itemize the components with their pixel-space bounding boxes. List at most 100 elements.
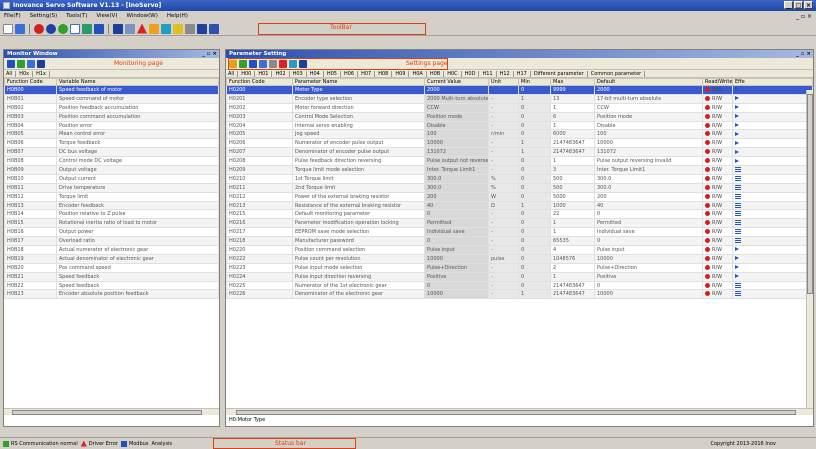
- current-value-cell[interactable]: 0: [424, 236, 489, 247]
- tune-icon[interactable]: [149, 23, 159, 34]
- column-header[interactable]: Current Value: [424, 78, 489, 86]
- filter-tab[interactable]: All: [228, 70, 239, 77]
- table-row[interactable]: H0202 Motor forward direction CCW -0 1 CCW R/W: [226, 102, 813, 113]
- menu-window[interactable]: Window(W): [125, 13, 158, 19]
- filter-tab[interactable]: H01: [258, 70, 273, 77]
- table-row[interactable]: H0224 Pulse input direction reversing Posi…: [226, 271, 813, 282]
- table-row[interactable]: H0B22 Speed feedback: [4, 280, 219, 291]
- save-icon[interactable]: [7, 59, 15, 68]
- filter-tab[interactable]: H05: [327, 70, 341, 77]
- current-value-cell[interactable]: 300.0: [424, 182, 489, 193]
- current-value-cell[interactable]: Individual save: [424, 227, 489, 238]
- column-header[interactable]: Unit: [488, 78, 519, 86]
- current-value-cell[interactable]: Pulse output not reversed: [424, 156, 489, 167]
- filter-tab[interactable]: H1x: [36, 70, 51, 77]
- table-row[interactable]: H0B05 Mean control error: [4, 129, 219, 140]
- refresh-icon[interactable]: [17, 59, 25, 68]
- print-icon[interactable]: [185, 23, 195, 34]
- filter-tab[interactable]: H12: [500, 70, 514, 77]
- panel-controls-icon[interactable]: _ ▫ ×: [796, 50, 811, 58]
- filter-tab[interactable]: H0C: [447, 70, 462, 77]
- minimize-button[interactable]: _: [784, 1, 793, 9]
- add-icon[interactable]: [27, 59, 35, 68]
- column-header[interactable]: Parameter Name: [292, 78, 425, 86]
- modbus-status[interactable]: Modbus: [120, 440, 148, 447]
- menu-view[interactable]: View(V): [95, 13, 118, 19]
- table-row[interactable]: H0217 EEPROM save mode selection Individua…: [226, 227, 813, 238]
- trend-icon[interactable]: [82, 23, 92, 34]
- current-value-cell[interactable]: 10000: [424, 289, 489, 300]
- filter-tab[interactable]: H0B: [430, 70, 445, 77]
- table-row[interactable]: H0212 Power of the external braking resis…: [226, 191, 813, 202]
- current-value-cell[interactable]: 40: [424, 200, 489, 211]
- connect-icon[interactable]: [34, 23, 44, 34]
- column-header[interactable]: Function Code: [226, 78, 293, 86]
- close-button[interactable]: ×: [804, 1, 813, 9]
- open-icon[interactable]: [15, 23, 25, 34]
- table-row[interactable]: H0220 Position command selection Pulse inp…: [226, 245, 813, 255]
- table-row[interactable]: H0B20 Pos command speed: [4, 262, 219, 273]
- new-icon[interactable]: [3, 23, 13, 34]
- table-row[interactable]: H0B09 Output voltage: [4, 165, 219, 175]
- filter-tab[interactable]: H03: [293, 70, 307, 77]
- mdi-controls-icon[interactable]: _ ▫ ×: [796, 13, 812, 20]
- help-icon[interactable]: [197, 23, 207, 34]
- current-value-cell[interactable]: 100: [424, 129, 489, 140]
- column-header[interactable]: Variable Name: [56, 78, 219, 86]
- table-row[interactable]: H0B18 Actual numerator of electronic gear: [4, 245, 219, 255]
- table-row[interactable]: H0203 Control Mode Selection Position mode…: [226, 111, 813, 122]
- table-row[interactable]: H0201 Encoder type selection 2000 Multi-tu…: [226, 93, 813, 104]
- alarm-icon[interactable]: [137, 23, 147, 34]
- table-row[interactable]: H0211 2nd Torque limit 300.0% 0 500 300.0 R/W: [226, 182, 813, 193]
- save-icon[interactable]: [209, 23, 219, 34]
- filter-tab[interactable]: H02: [275, 70, 290, 77]
- table-row[interactable]: H0216 Parameter modification operation lo…: [226, 218, 813, 229]
- current-value-cell[interactable]: CCW: [424, 102, 489, 113]
- table-row[interactable]: H0210 1st Torque limit 300.0% 0 500 300.0 R/W: [226, 173, 813, 184]
- table-row[interactable]: H0222 Pulse count per revolution 10000 puls…: [226, 253, 813, 264]
- current-value-cell[interactable]: 200: [424, 191, 489, 202]
- settings-icon[interactable]: [37, 59, 45, 68]
- filter-tab[interactable]: H07: [361, 70, 376, 77]
- current-value-cell[interactable]: Pulse input: [424, 245, 489, 255]
- horizontal-scrollbar[interactable]: [226, 408, 813, 415]
- table-row[interactable]: H0B03 Position command accumulation: [4, 111, 219, 122]
- table-row[interactable]: H0B21 Speed feedback: [4, 271, 219, 282]
- table-row[interactable]: H0200 Motor Type 2000 0 9999 2000 R/W: [226, 85, 813, 95]
- filter-tab[interactable]: H0x: [19, 70, 34, 77]
- table-row[interactable]: H0223 Pulse input mode selection Pulse+Dir…: [226, 262, 813, 273]
- filter-tab[interactable]: All: [6, 70, 17, 77]
- horizontal-scrollbar[interactable]: [4, 408, 219, 415]
- filter-tab[interactable]: H00: [241, 70, 256, 77]
- table-row[interactable]: H0204 Internal servo enabling Disable -0 1 Di…: [226, 120, 813, 131]
- maximize-button[interactable]: □: [794, 1, 803, 9]
- current-value-cell[interactable]: 0: [424, 280, 489, 291]
- gain-icon[interactable]: [113, 23, 123, 34]
- panel-controls-icon[interactable]: _ ▫ ×: [202, 50, 217, 58]
- table-row[interactable]: H0B19 Actual denominator of electronic ge…: [4, 253, 219, 264]
- column-header[interactable]: Effe: [732, 78, 813, 86]
- inertia-icon[interactable]: [94, 23, 104, 34]
- table-row[interactable]: H0B00 Speed feedback of motor: [4, 85, 219, 95]
- filter-tab-extra[interactable]: Common parameter: [591, 70, 646, 77]
- current-value-cell[interactable]: 2000 Multi-turn absolute: [424, 93, 489, 104]
- table-row[interactable]: H0B06 Torque feedback: [4, 138, 219, 149]
- table-row[interactable]: H0209 Torque limit mode selection Inter. T…: [226, 165, 813, 175]
- table-row[interactable]: H0B23 Encoder absolute position feedback: [4, 289, 219, 300]
- filter-tab[interactable]: H09: [395, 70, 410, 77]
- table-row[interactable]: H0B07 DC bus voltage: [4, 147, 219, 158]
- table-row[interactable]: H0B13 Encoder feedback: [4, 200, 219, 211]
- table-row[interactable]: H0B16 Output power: [4, 227, 219, 238]
- table-row[interactable]: H0B14 Position relative to Z pulse: [4, 209, 219, 220]
- table-row[interactable]: H0B02 Position feedback accumulation: [4, 102, 219, 113]
- oscilloscope-icon[interactable]: [70, 23, 80, 34]
- table-row[interactable]: H0208 Pulse feedback direction reversing P…: [226, 156, 813, 167]
- current-value-cell[interactable]: Pulse+Direction: [424, 262, 489, 273]
- compare-icon[interactable]: [173, 23, 183, 34]
- table-row[interactable]: H0B11 Drive temperature: [4, 182, 219, 193]
- vertical-scrollbar[interactable]: [806, 90, 813, 408]
- table-row[interactable]: H0B15 Rotational inertia ratio of load to…: [4, 218, 219, 229]
- current-value-cell[interactable]: Disable: [424, 120, 489, 131]
- filter-tab[interactable]: H04: [310, 70, 324, 77]
- current-value-cell[interactable]: Permitted: [424, 218, 489, 229]
